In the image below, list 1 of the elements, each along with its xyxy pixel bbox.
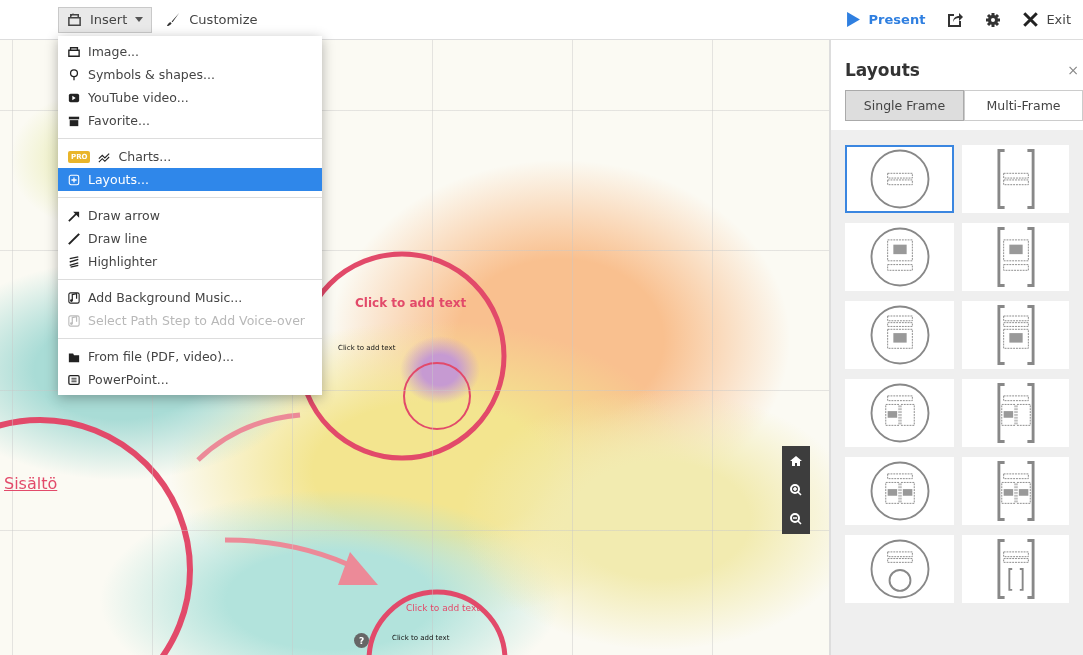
panel-title: Layouts — [845, 60, 920, 80]
